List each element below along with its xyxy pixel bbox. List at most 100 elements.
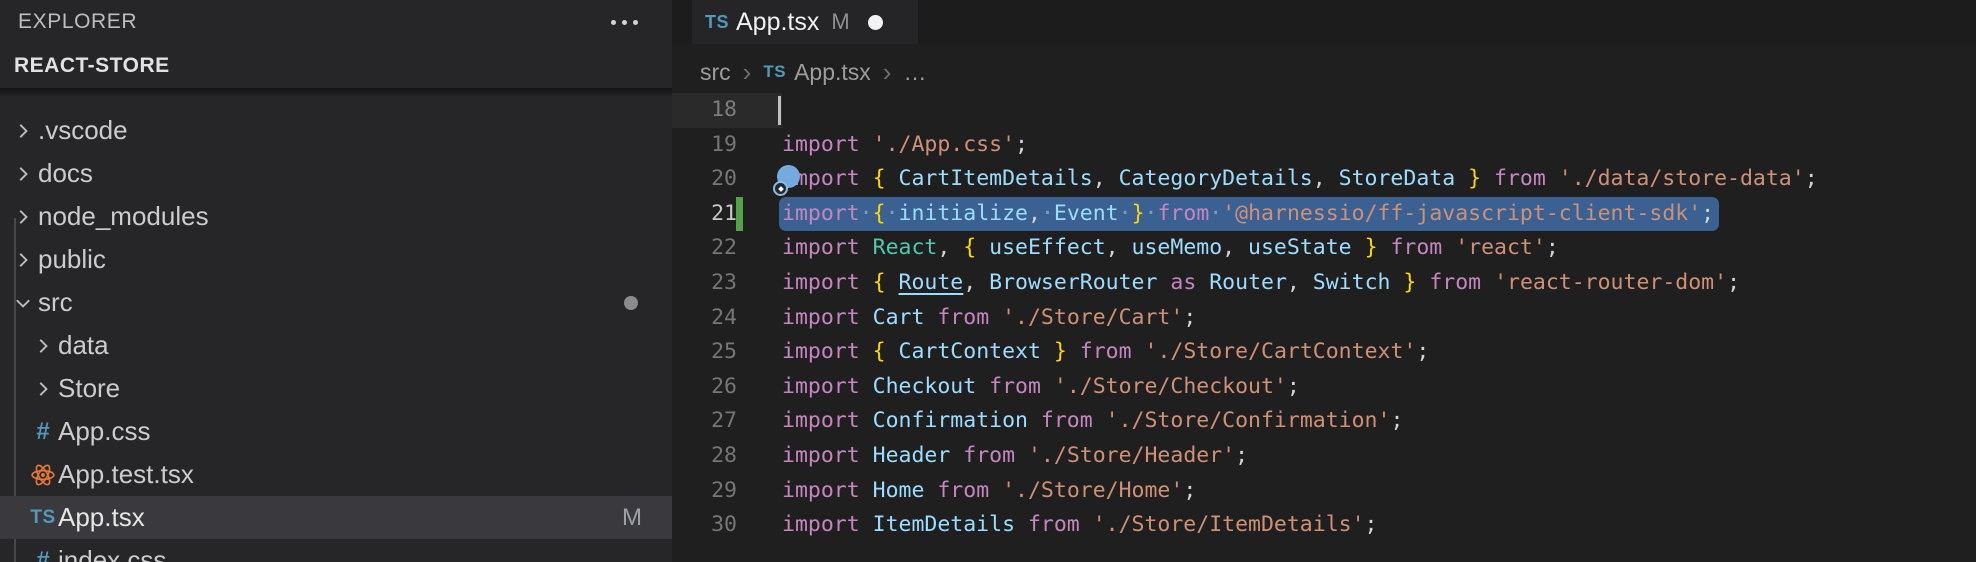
line-text: import { CartItemDetails, CategoryDetail… [737,162,1818,197]
code-line-29[interactable]: 29import Home from './Store/Home'; [672,474,1976,509]
tree-item-label: index.css [58,545,166,562]
code-line-30[interactable]: 30import ItemDetails from './Store/ItemD… [672,508,1976,543]
line-text: import './App.css'; [737,128,1028,163]
code-line-21[interactable]: 21 import·{·initialize,·Event·}·from·'@ha… [672,197,1976,232]
tree-item-label: App.test.tsx [58,459,194,490]
tab-git-status: M [831,9,849,35]
chevron-right-icon [12,120,34,142]
folder-chevron [8,206,38,228]
tree-item-label: node_modules [38,201,209,232]
more-actions-icon[interactable] [611,20,638,25]
tree-item-label: Store [58,373,120,404]
line-number[interactable]: 30 [672,508,737,543]
line-text: import React, { useEffect, useMemo, useS… [737,231,1559,266]
code-line-25[interactable]: 25import { CartContext } from './Store/C… [672,335,1976,370]
line-number[interactable]: 24 [672,301,737,336]
code-line-27[interactable]: 27import Confirmation from './Store/Conf… [672,404,1976,439]
breadcrumb-src[interactable]: src [700,59,731,86]
project-name: REACT-STORE [14,54,170,77]
tree-item--vscode[interactable]: .vscode [0,109,672,152]
line-text: import Cart from './Store/Cart'; [737,301,1196,336]
line-number[interactable]: 28 [672,439,737,474]
chevron-separator-icon: › [743,57,752,88]
line-number[interactable]: 23 [672,266,737,301]
code-line-19[interactable]: 19import './App.css'; [672,128,1976,163]
git-modified-gutter-marker [736,197,743,232]
line-number[interactable]: 20 [672,162,737,197]
line-number[interactable]: 26 [672,370,737,405]
folder-chevron [8,120,38,142]
typescript-file-icon: TS [700,12,734,33]
line-text: import { CartContext } from './Store/Car… [737,335,1429,370]
chevron-right-icon [32,378,54,400]
line-number[interactable]: 29 [672,474,737,509]
unsaved-dot-icon[interactable] [868,15,883,30]
code-line-26[interactable]: 26import Checkout from './Store/Checkout… [672,370,1976,405]
chevron-right-icon [12,249,34,271]
line-text: import Checkout from './Store/Checkout'; [737,370,1300,405]
css-file-icon: # [28,418,58,446]
tree-item-data[interactable]: data [0,324,672,367]
line-text: import·{·initialize,·Event·}·from·'@harn… [737,197,1719,232]
line-text: import Home from './Store/Home'; [737,474,1196,509]
line-text: import Confirmation from './Store/Confir… [737,404,1403,439]
line-number[interactable]: 25 [672,335,737,370]
tree-item-label: data [58,330,109,361]
vscode-window: EXPLORER REACT-STORE .vscode docs node_mod… [0,0,1976,562]
git-modified-badge: M [622,504,642,532]
folder-chevron [28,335,58,357]
line-number[interactable]: 21 [672,197,737,232]
code-line-18[interactable]: 18 [672,93,1976,128]
tree-item-label: src [38,287,73,318]
folder-chevron [8,163,38,185]
tab-app-tsx[interactable]: TS App.tsx M [692,0,918,44]
react-file-icon [28,462,58,488]
tab-bar: TS App.tsx M [672,0,1976,44]
editor-area: TS App.tsx M src › TS App.tsx › … 1819im… [672,0,1976,562]
line-number[interactable]: 27 [672,404,737,439]
project-section-header[interactable]: REACT-STORE [0,44,672,88]
breadcrumb-symbol[interactable]: … [903,59,926,86]
tree-item-public[interactable]: public [0,238,672,281]
line-text: import Header from './Store/Header'; [737,439,1248,474]
text-cursor [778,96,781,125]
tree-item-label: public [38,244,106,275]
chevron-right-icon [12,206,34,228]
code-line-20[interactable]: 20import { CartItemDetails, CategoryDeta… [672,162,1976,197]
tree-item-src[interactable]: src [0,281,672,324]
tree-item-index-css[interactable]: #index.css [0,539,672,562]
code-line-22[interactable]: 22import React, { useEffect, useMemo, us… [672,231,1976,266]
typescript-file-icon: TS [28,507,58,529]
explorer-header: EXPLORER [0,0,672,44]
code-area: 1819import './App.css';20import { CartIt… [672,93,1976,562]
breadcrumb: src › TS App.tsx › … [672,44,1976,100]
chevron-down-icon [12,292,34,314]
tab-title: App.tsx [736,8,819,37]
folder-chevron [28,378,58,400]
tree-item-docs[interactable]: docs [0,152,672,195]
tree-item-app-css[interactable]: #App.css [0,410,672,453]
typescript-file-icon: TS [763,62,786,82]
tree-item-store[interactable]: Store [0,367,672,410]
tree-item-app-test-tsx[interactable]: App.test.tsx [0,453,672,496]
chevron-right-icon [12,163,34,185]
tree-item-label: docs [38,158,93,189]
line-number[interactable]: 22 [672,231,737,266]
text-selection: import·{·initialize,·Event·}·from·'@harn… [779,197,1719,232]
code-line-23[interactable]: 23import { Route, BrowserRouter as Route… [672,266,1976,301]
code-line-24[interactable]: 24import Cart from './Store/Cart'; [672,301,1976,336]
tree-item-node-modules[interactable]: node_modules [0,195,672,238]
tree-item-app-tsx[interactable]: TSApp.tsxM [0,496,672,539]
scroll-shadow [0,88,672,97]
line-text: import { Route, BrowserRouter as Router,… [737,266,1740,301]
breadcrumb-file[interactable]: App.tsx [794,59,871,86]
folder-chevron [8,292,38,314]
line-number[interactable]: 19 [672,128,737,163]
explorer-title: EXPLORER [0,10,137,33]
file-tree: .vscode docs node_modulespublic src data Stor… [0,109,672,562]
tree-item-label: .vscode [38,115,128,146]
chevron-separator-icon: › [883,57,892,88]
folder-chevron [8,249,38,271]
react-file-icon [30,462,56,488]
code-line-28[interactable]: 28import Header from './Store/Header'; [672,439,1976,474]
